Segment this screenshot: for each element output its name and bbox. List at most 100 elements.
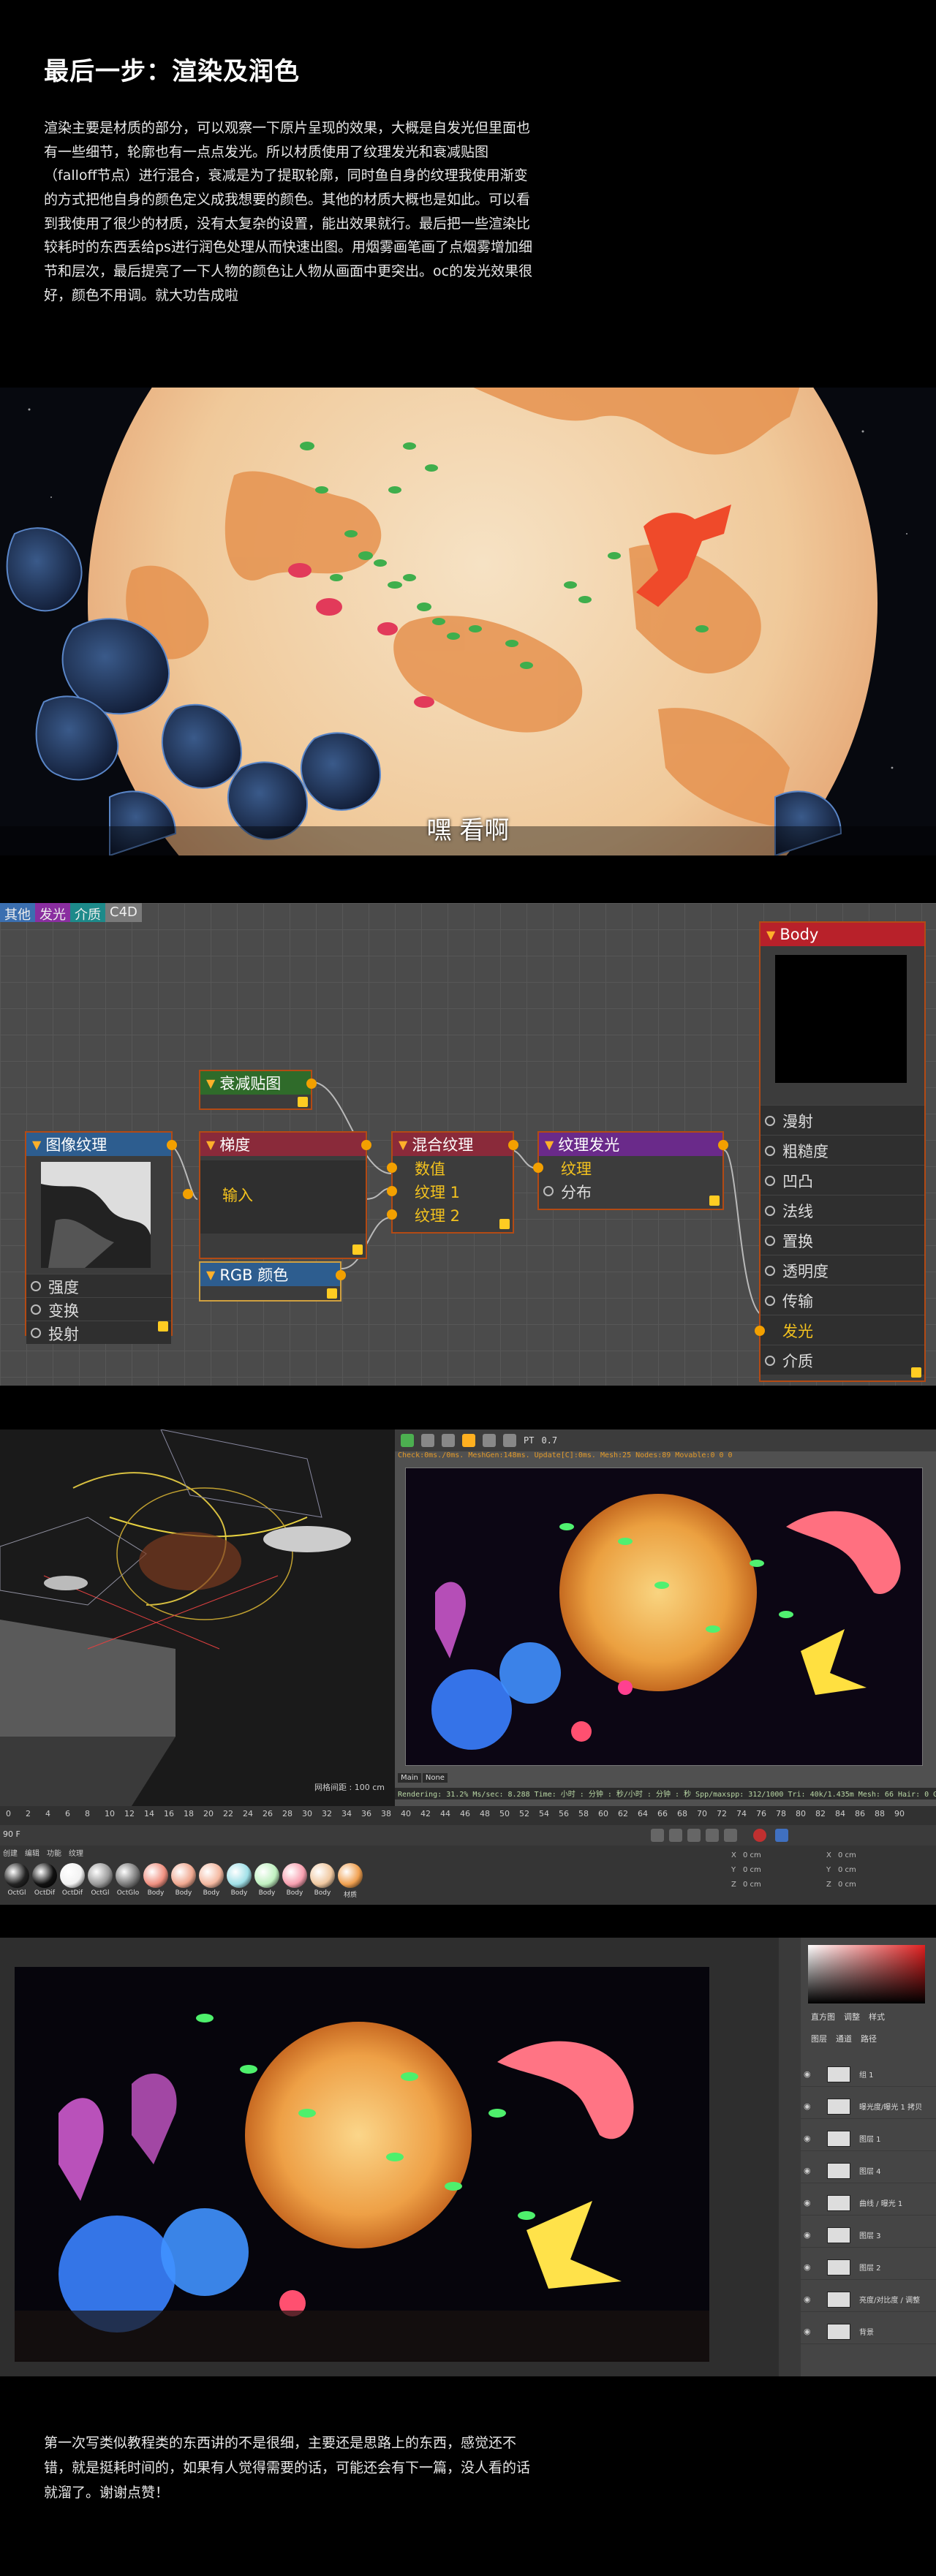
- port-dot[interactable]: [387, 1209, 397, 1220]
- render-tab-none[interactable]: None: [422, 1773, 448, 1783]
- tab-styles[interactable]: 样式: [869, 2011, 885, 2022]
- material-swatch[interactable]: [310, 1863, 335, 1888]
- port-normal[interactable]: 法线: [760, 1195, 924, 1225]
- render-value-field[interactable]: 0.7: [541, 1435, 557, 1446]
- port-bump[interactable]: 凹凸: [760, 1165, 924, 1195]
- tab-layers[interactable]: 图层: [811, 2033, 827, 2044]
- render-tab-main[interactable]: Main: [398, 1773, 421, 1783]
- layer-row[interactable]: ◉ 曲线 / 曝光 1: [801, 2191, 936, 2216]
- refresh-icon[interactable]: [421, 1434, 434, 1447]
- visibility-eye-icon[interactable]: ◉: [804, 2230, 811, 2240]
- tab-adjustments[interactable]: 调整: [844, 2011, 860, 2022]
- port-dot[interactable]: [755, 1326, 765, 1336]
- layer-row[interactable]: ◉ 背景: [801, 2319, 936, 2344]
- material-swatch[interactable]: [88, 1863, 113, 1888]
- resize-handle-icon[interactable]: [911, 1367, 921, 1378]
- collapse-triangle-icon[interactable]: ▼: [206, 1138, 215, 1152]
- layer-row[interactable]: ◉ 亮度/对比度 / 调整: [801, 2287, 936, 2312]
- go-start-icon[interactable]: [651, 1829, 664, 1842]
- tab-channels[interactable]: 通道: [836, 2033, 852, 2044]
- port-texture1[interactable]: 纹理 1: [387, 1179, 513, 1203]
- viewport-3d[interactable]: 网格间距 : 100 cm: [0, 1429, 395, 1806]
- node-header[interactable]: ▼ 纹理发光: [539, 1133, 722, 1156]
- tab-histogram[interactable]: 直方图: [811, 2011, 835, 2022]
- texture-emission-node[interactable]: ▼ 纹理发光 纹理 分布: [533, 1131, 728, 1210]
- menu-create[interactable]: 创建: [3, 1847, 18, 1858]
- resize-handle-icon[interactable]: [499, 1219, 510, 1229]
- port-dot[interactable]: [183, 1189, 193, 1199]
- material-swatch[interactable]: [171, 1863, 196, 1888]
- visibility-eye-icon[interactable]: ◉: [804, 2166, 811, 2175]
- node-header[interactable]: ▼ Body: [760, 923, 924, 946]
- visibility-eye-icon[interactable]: ◉: [804, 2294, 811, 2304]
- layer-row[interactable]: ◉ 组 1: [801, 2062, 936, 2087]
- port-emission[interactable]: 发光: [755, 1315, 924, 1345]
- port-roughness[interactable]: 粗糙度: [760, 1135, 924, 1165]
- port-dot[interactable]: [765, 1116, 775, 1126]
- port-dot[interactable]: [387, 1163, 397, 1173]
- mix-texture-node[interactable]: ▼ 混合纹理 数值 纹理 1 纹理 2: [387, 1131, 518, 1234]
- material-swatch[interactable]: [32, 1863, 57, 1888]
- gradient-node[interactable]: ▼ 梯度 输入: [183, 1131, 371, 1259]
- collapse-triangle-icon[interactable]: ▼: [545, 1138, 554, 1152]
- resize-handle-icon[interactable]: [327, 1288, 337, 1299]
- tab-paths[interactable]: 路径: [861, 2033, 877, 2044]
- port-distribution[interactable]: 分布: [539, 1179, 722, 1203]
- image-texture-node[interactable]: ▼ 图像纹理 强度 变换 投射: [25, 1131, 177, 1344]
- node-header[interactable]: ▼ 图像纹理: [26, 1133, 171, 1156]
- material-swatch[interactable]: [338, 1863, 363, 1888]
- go-end-icon[interactable]: [724, 1829, 737, 1842]
- resize-handle-icon[interactable]: [158, 1321, 168, 1332]
- layer-row[interactable]: ◉ 图层 2: [801, 2255, 936, 2280]
- coord-value-field[interactable]: 0 cm: [743, 1866, 761, 1874]
- material-swatch[interactable]: [199, 1863, 224, 1888]
- port-dot[interactable]: [387, 1186, 397, 1196]
- output-port-dot[interactable]: [361, 1140, 371, 1150]
- port-texture[interactable]: 纹理: [533, 1156, 722, 1179]
- coord-value-field[interactable]: 0 cm: [838, 1881, 856, 1889]
- material-swatch[interactable]: [282, 1863, 307, 1888]
- port-dot[interactable]: [765, 1206, 775, 1216]
- port-medium[interactable]: 介质: [760, 1345, 924, 1375]
- output-port-dot[interactable]: [167, 1140, 177, 1150]
- falloff-node[interactable]: ▼ 衰减贴图: [199, 1070, 317, 1110]
- collapse-triangle-icon[interactable]: ▼: [399, 1138, 407, 1152]
- rgb-color-node[interactable]: ▼ RGB 颜色: [199, 1261, 346, 1302]
- port-texture2[interactable]: 纹理 2: [387, 1203, 513, 1226]
- port-dot[interactable]: [765, 1266, 775, 1276]
- output-port-dot[interactable]: [718, 1140, 728, 1150]
- lock-icon[interactable]: [462, 1434, 475, 1447]
- visibility-eye-icon[interactable]: ◉: [804, 2069, 811, 2079]
- resize-handle-icon[interactable]: [298, 1097, 308, 1107]
- layer-row[interactable]: ◉ 图层 3: [801, 2223, 936, 2248]
- record-icon[interactable]: [753, 1829, 766, 1842]
- collapse-triangle-icon[interactable]: ▼: [32, 1138, 41, 1152]
- layer-row[interactable]: ◉ 图层 4: [801, 2158, 936, 2183]
- port-diffuse[interactable]: 漫射: [760, 1105, 924, 1135]
- node-header[interactable]: ▼ RGB 颜色: [200, 1263, 340, 1286]
- port-dot[interactable]: [31, 1281, 41, 1291]
- coord-value-field[interactable]: 0 cm: [743, 1881, 761, 1889]
- port-dot[interactable]: [31, 1328, 41, 1338]
- port-dot[interactable]: [765, 1236, 775, 1246]
- coord-value-field[interactable]: 0 cm: [838, 1851, 856, 1859]
- port-amount[interactable]: 数值: [387, 1156, 513, 1179]
- settings-icon[interactable]: [483, 1434, 496, 1447]
- port-opacity[interactable]: 透明度: [760, 1255, 924, 1285]
- port-dot[interactable]: [765, 1176, 775, 1186]
- port-strength[interactable]: 强度: [26, 1274, 171, 1297]
- visibility-eye-icon[interactable]: ◉: [804, 2134, 811, 2143]
- visibility-eye-icon[interactable]: ◉: [804, 2198, 811, 2207]
- visibility-eye-icon[interactable]: ◉: [804, 2327, 811, 2336]
- prev-frame-icon[interactable]: [669, 1829, 682, 1842]
- material-swatch[interactable]: [4, 1863, 29, 1888]
- port-dot[interactable]: [543, 1186, 554, 1196]
- visibility-eye-icon[interactable]: ◉: [804, 2101, 811, 2111]
- port-dot[interactable]: [765, 1356, 775, 1366]
- material-swatch[interactable]: [143, 1863, 168, 1888]
- layer-row[interactable]: ◉ 曝光度/曝光 1 拷贝: [801, 2094, 936, 2119]
- output-port-dot[interactable]: [336, 1270, 346, 1280]
- menu-function[interactable]: 功能: [47, 1847, 61, 1858]
- ps-canvas[interactable]: [15, 1967, 709, 2362]
- port-input[interactable]: 输入: [183, 1182, 275, 1206]
